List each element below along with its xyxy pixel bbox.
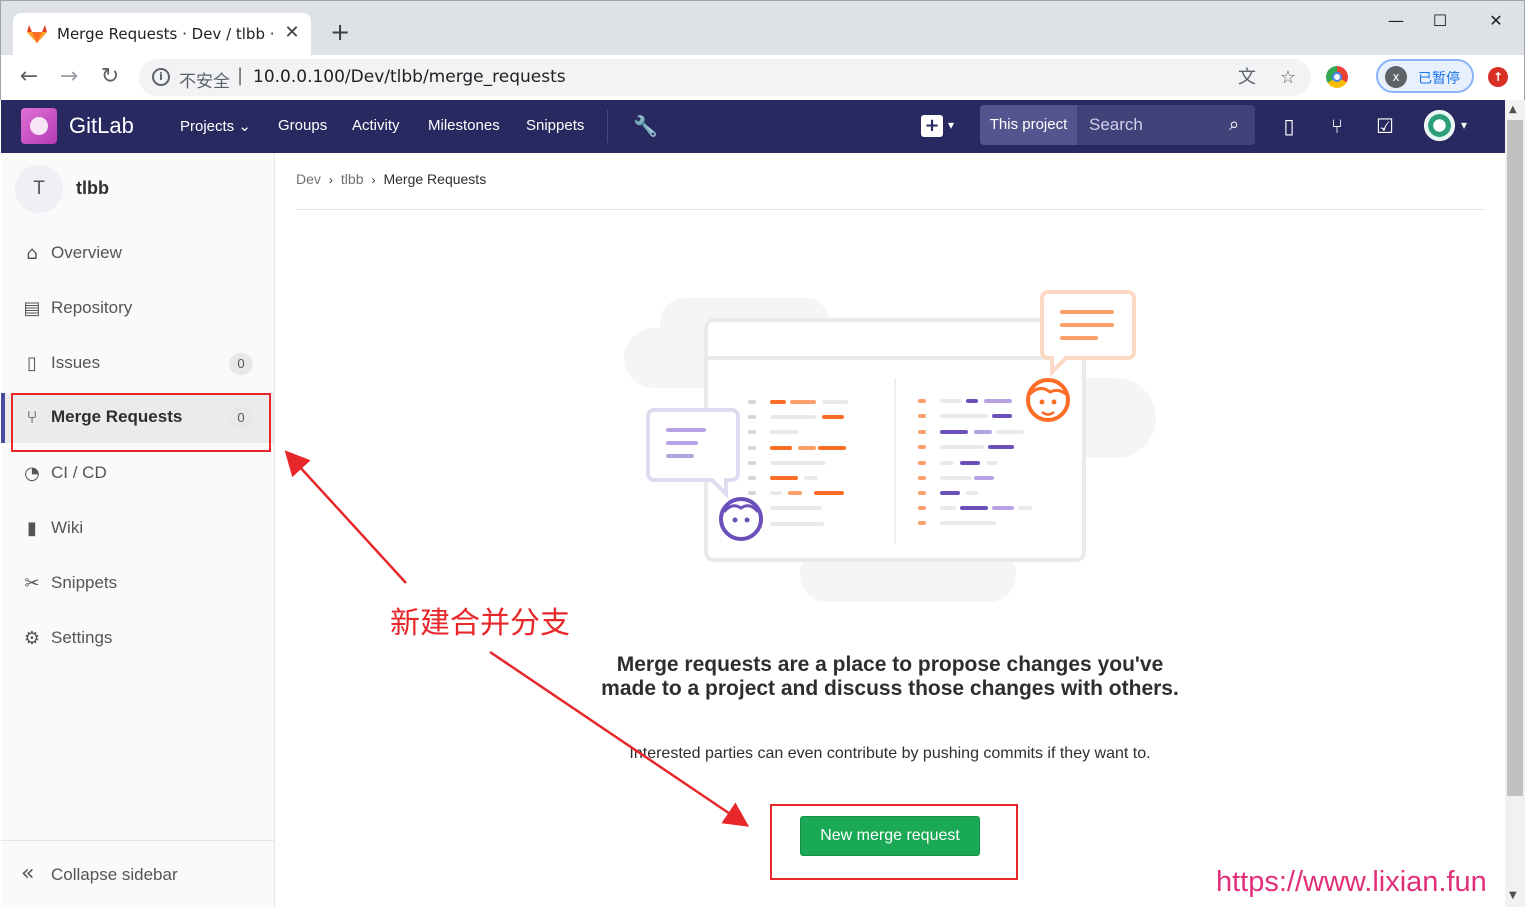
breadcrumb-separator: › bbox=[328, 173, 333, 187]
gear-icon: ⚙ bbox=[23, 628, 41, 649]
forward-icon[interactable]: → bbox=[55, 63, 83, 91]
back-icon[interactable]: ← bbox=[15, 63, 43, 91]
profile-avatar: x bbox=[1385, 66, 1407, 88]
breadcrumb: Dev › tlbb › Merge Requests bbox=[296, 171, 486, 187]
chevron-down-icon: ⌄ bbox=[238, 118, 251, 135]
scroll-down-icon[interactable]: ▼ bbox=[1509, 890, 1517, 901]
minimize-button[interactable]: — bbox=[1373, 9, 1419, 33]
chevron-down-icon[interactable]: ▾ bbox=[948, 118, 954, 132]
sidebar-item-label: Wiki bbox=[51, 518, 84, 537]
nav-groups[interactable]: Groups bbox=[278, 117, 327, 134]
home-icon: ⌂ bbox=[26, 243, 38, 264]
sidebar-item-label: CI / CD bbox=[51, 463, 107, 482]
url-separator: | bbox=[237, 65, 244, 86]
project-sidebar: T tlbb ⌂ Overview ▤ Repository ▯ Issues … bbox=[1, 153, 275, 907]
scroll-up-icon[interactable]: ▲ bbox=[1509, 104, 1517, 115]
rocket-icon: ◔ bbox=[24, 463, 40, 484]
chrome-extension-icon[interactable] bbox=[1326, 66, 1348, 88]
browser-toolbar: ← → ↻ i 不安全 | 10.0.0.100/Dev/tlbb/merge_… bbox=[0, 55, 1525, 100]
todos-header-icon[interactable]: ☑ bbox=[1372, 113, 1398, 139]
breadcrumb-item-dev[interactable]: Dev bbox=[296, 171, 321, 187]
tab-close-icon[interactable]: ✕ bbox=[281, 22, 303, 44]
sidebar-item-overview[interactable]: ⌂ Overview bbox=[1, 229, 275, 279]
new-plus-icon[interactable]: + bbox=[921, 115, 943, 137]
nav-milestones[interactable]: Milestones bbox=[428, 117, 500, 134]
reload-icon[interactable]: ↻ bbox=[96, 63, 124, 91]
annotation-caption: 新建合并分支 bbox=[390, 606, 570, 641]
breadcrumb-current[interactable]: Merge Requests bbox=[383, 171, 486, 187]
annotation-highlight-button bbox=[770, 804, 1018, 880]
sidebar-item-repository[interactable]: ▤ Repository bbox=[1, 284, 275, 334]
search-icon[interactable]: ⌕ bbox=[1223, 114, 1245, 136]
watermark: https://www.lixian.fun bbox=[1216, 866, 1487, 898]
screen: Merge Requests · Dev / tlbb · ✕ + — ☐ ✕ … bbox=[0, 0, 1525, 907]
sidebar-item-label: Settings bbox=[51, 628, 113, 647]
chevron-down-icon[interactable]: ▾ bbox=[1461, 118, 1467, 132]
scissors-icon: ✂ bbox=[24, 573, 40, 594]
browser-tab[interactable]: Merge Requests · Dev / tlbb · ✕ bbox=[13, 13, 311, 56]
url-text[interactable]: 10.0.0.100/Dev/tlbb/merge_requests bbox=[253, 67, 566, 87]
breadcrumb-separator: › bbox=[371, 173, 376, 187]
sidebar-item-settings[interactable]: ⚙ Settings bbox=[1, 614, 275, 664]
double-chevron-left-icon: « bbox=[21, 861, 35, 886]
sidebar-item-ci-cd[interactable]: ◔ CI / CD bbox=[1, 449, 275, 499]
breadcrumb-item-tlbb[interactable]: tlbb bbox=[341, 171, 364, 187]
browser-tab-bar: Merge Requests · Dev / tlbb · ✕ + — ☐ ✕ bbox=[0, 0, 1525, 56]
update-icon[interactable]: ↑ bbox=[1488, 67, 1508, 87]
collapse-sidebar-button[interactable]: « Collapse sidebar bbox=[1, 840, 275, 907]
new-tab-button[interactable]: + bbox=[327, 20, 353, 46]
user-avatar[interactable] bbox=[1424, 110, 1455, 141]
collapse-sidebar-label: Collapse sidebar bbox=[51, 865, 178, 884]
address-bar[interactable]: i 不安全 | 10.0.0.100/Dev/tlbb/merge_reques… bbox=[139, 59, 1311, 96]
sidebar-item-issues[interactable]: ▯ Issues 0 bbox=[1, 339, 275, 389]
search-box: This project bbox=[980, 105, 1255, 145]
scrollbar-thumb[interactable] bbox=[1507, 120, 1523, 796]
merge-requests-empty-illustration bbox=[624, 290, 1156, 602]
sidebar-item-label: Overview bbox=[51, 243, 122, 262]
nav-projects[interactable]: Projects ⌄ bbox=[180, 117, 251, 135]
document-icon: ▤ bbox=[23, 298, 41, 319]
annotation-highlight-sidebar bbox=[11, 393, 271, 452]
sidebar-item-wiki[interactable]: ▮ Wiki bbox=[1, 504, 275, 554]
issues-icon: ▯ bbox=[27, 353, 37, 374]
book-icon: ▮ bbox=[27, 518, 37, 539]
gitlab-favicon-icon bbox=[27, 25, 47, 43]
sidebar-item-snippets[interactable]: ✂ Snippets bbox=[1, 559, 275, 609]
gitlab-logo-icon[interactable] bbox=[21, 108, 57, 144]
sidebar-item-label: Repository bbox=[51, 298, 133, 317]
admin-wrench-icon[interactable]: 🔧 bbox=[633, 114, 658, 138]
issues-count-badge: 0 bbox=[229, 353, 253, 375]
profile-paused-button[interactable]: x 已暂停 bbox=[1376, 59, 1474, 93]
breadcrumb-divider bbox=[296, 209, 1485, 210]
nav-activity[interactable]: Activity bbox=[352, 117, 400, 134]
info-icon[interactable]: i bbox=[152, 68, 170, 86]
profile-status: 已暂停 bbox=[1418, 71, 1460, 87]
nav-snippets[interactable]: Snippets bbox=[526, 117, 584, 134]
empty-state-title: Merge requests are a place to propose ch… bbox=[601, 653, 1179, 700]
tab-title: Merge Requests · Dev / tlbb · bbox=[57, 25, 275, 43]
issues-header-icon[interactable]: ▯ bbox=[1276, 113, 1302, 139]
search-scope[interactable]: This project bbox=[980, 105, 1077, 145]
gitlab-brand[interactable]: GitLab bbox=[69, 113, 134, 139]
translate-icon[interactable]: 文 bbox=[1236, 67, 1258, 89]
project-avatar[interactable]: T bbox=[15, 165, 63, 213]
project-name[interactable]: tlbb bbox=[76, 178, 109, 199]
star-icon[interactable]: ☆ bbox=[1277, 67, 1299, 89]
insecure-label: 不安全 bbox=[179, 72, 230, 92]
sidebar-item-label: Issues bbox=[51, 353, 101, 372]
empty-state-description: Interested parties can even contribute b… bbox=[629, 745, 1151, 762]
sidebar-item-label: Snippets bbox=[51, 573, 118, 592]
maximize-button[interactable]: ☐ bbox=[1417, 9, 1463, 33]
merge-requests-header-icon[interactable]: ⑂ bbox=[1324, 113, 1350, 139]
header-divider bbox=[607, 110, 608, 143]
close-window-button[interactable]: ✕ bbox=[1473, 9, 1519, 33]
gitlab-header: GitLab Projects ⌄ Groups Activity Milest… bbox=[1, 100, 1505, 153]
